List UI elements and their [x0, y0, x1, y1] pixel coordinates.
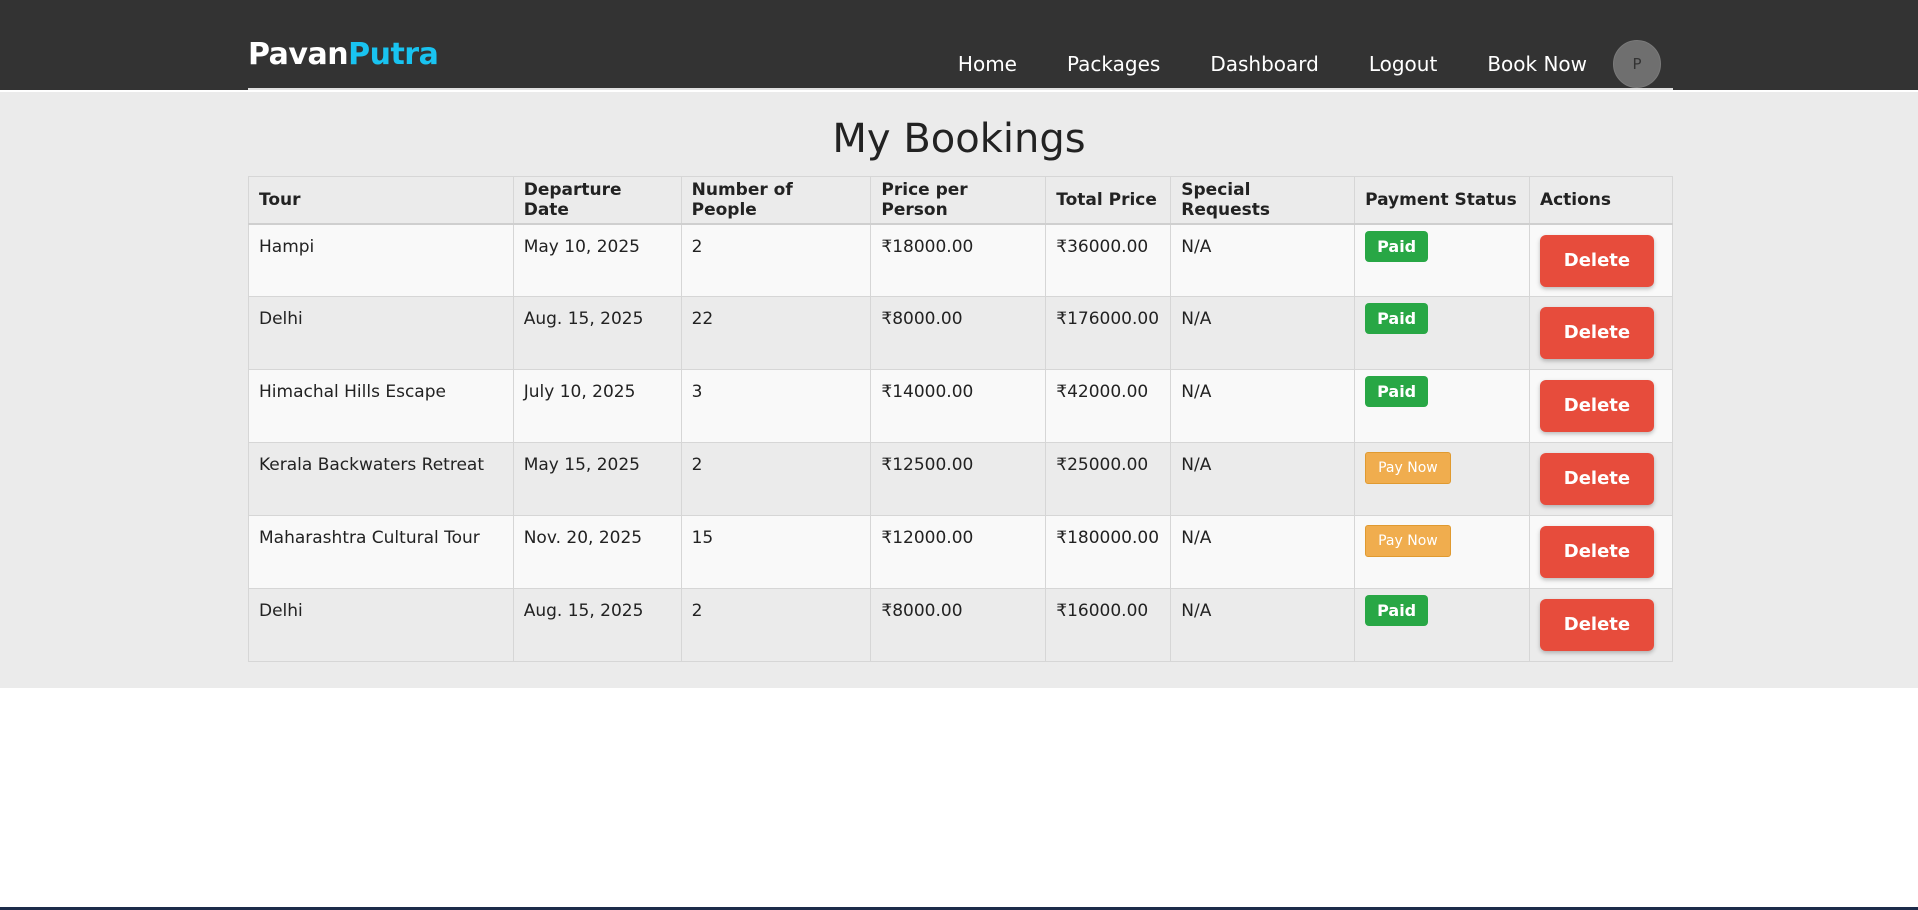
- cell-number-of-people: 3: [680, 369, 872, 443]
- cell-price-per-person: ₹14000.00: [870, 369, 1047, 443]
- cell-tour: Delhi: [248, 296, 514, 370]
- table-row: Delhi Aug. 15, 2025 22 ₹8000.00 ₹176000.…: [248, 296, 1674, 370]
- nav-link-logout[interactable]: Logout: [1369, 52, 1437, 76]
- cell-price-per-person: ₹12000.00: [870, 515, 1047, 589]
- delete-button[interactable]: Delete: [1539, 526, 1654, 578]
- table-row: Kerala Backwaters Retreat May 15, 2025 2…: [248, 442, 1674, 516]
- page-title: My Bookings: [832, 116, 1086, 162]
- cell-payment-status: Paid: [1354, 296, 1530, 370]
- user-avatar[interactable]: P: [1613, 40, 1661, 88]
- cell-tour: Delhi: [248, 588, 514, 662]
- table-row: Hampi May 10, 2025 2 ₹18000.00 ₹36000.00…: [248, 223, 1674, 297]
- column-header-departure-date: Departure Date: [512, 176, 682, 225]
- cell-actions: Delete: [1528, 296, 1674, 370]
- cell-special-requests: N/A: [1170, 369, 1356, 443]
- cell-total-price: ₹176000.00: [1045, 296, 1172, 370]
- nav-links: Home Packages Dashboard Logout Book Now …: [958, 40, 1661, 88]
- brand-logo[interactable]: PavanPutra: [248, 37, 439, 72]
- paid-badge: Paid: [1365, 595, 1429, 626]
- column-header-actions: Actions: [1528, 176, 1674, 225]
- brand-logo-part2: Putra: [348, 37, 439, 72]
- cell-departure-date: July 10, 2025: [512, 369, 682, 443]
- cell-departure-date: May 10, 2025: [512, 223, 682, 297]
- cell-number-of-people: 2: [680, 442, 872, 516]
- cell-payment-status: Paid: [1354, 369, 1530, 443]
- nav-link-packages[interactable]: Packages: [1067, 52, 1160, 76]
- brand-logo-part1: Pavan: [248, 37, 349, 72]
- column-header-payment-status: Payment Status: [1354, 176, 1530, 225]
- cell-number-of-people: 2: [680, 223, 872, 297]
- cell-total-price: ₹42000.00: [1045, 369, 1172, 443]
- cell-payment-status: Paid: [1354, 223, 1530, 297]
- cell-special-requests: N/A: [1170, 223, 1356, 297]
- column-header-price-per-person: Price per Person: [870, 176, 1047, 225]
- bookings-table: Tour Departure Date Number of People Pri…: [248, 176, 1674, 662]
- cell-special-requests: N/A: [1170, 442, 1356, 516]
- navbar: PavanPutra Home Packages Dashboard Logou…: [0, 0, 1918, 90]
- paid-badge: Paid: [1365, 230, 1429, 262]
- column-header-total-price: Total Price: [1045, 176, 1172, 225]
- cell-actions: Delete: [1528, 588, 1674, 662]
- cell-total-price: ₹180000.00: [1045, 515, 1172, 589]
- cell-actions: Delete: [1528, 515, 1674, 589]
- cell-actions: Delete: [1528, 442, 1674, 516]
- cell-number-of-people: 22: [680, 296, 872, 370]
- navbar-inner: PavanPutra Home Packages Dashboard Logou…: [248, 0, 1673, 90]
- pay-now-button[interactable]: Pay Now: [1365, 452, 1451, 484]
- cell-actions: Delete: [1528, 223, 1674, 297]
- nav-link-dashboard[interactable]: Dashboard: [1210, 52, 1319, 76]
- cell-number-of-people: 15: [680, 515, 872, 589]
- cell-payment-status: Paid: [1354, 588, 1530, 662]
- delete-button[interactable]: Delete: [1539, 380, 1654, 432]
- cell-departure-date: Aug. 15, 2025: [512, 296, 682, 370]
- table-row: Himachal Hills Escape July 10, 2025 3 ₹1…: [248, 369, 1674, 443]
- table-row: Maharashtra Cultural Tour Nov. 20, 2025 …: [248, 515, 1674, 589]
- cell-total-price: ₹36000.00: [1045, 223, 1172, 297]
- cell-tour: Kerala Backwaters Retreat: [248, 442, 514, 516]
- table-row: Delhi Aug. 15, 2025 2 ₹8000.00 ₹16000.00…: [248, 588, 1674, 662]
- cell-tour: Maharashtra Cultural Tour: [248, 515, 514, 589]
- pay-now-button[interactable]: Pay Now: [1365, 525, 1451, 557]
- cell-price-per-person: ₹18000.00: [870, 223, 1047, 297]
- column-header-tour: Tour: [248, 176, 514, 225]
- cell-number-of-people: 2: [680, 588, 872, 662]
- cell-departure-date: Aug. 15, 2025: [512, 588, 682, 662]
- cell-payment-status: Pay Now: [1354, 442, 1530, 516]
- delete-button[interactable]: Delete: [1539, 453, 1654, 505]
- cell-price-per-person: ₹12500.00: [870, 442, 1047, 516]
- nav-link-home[interactable]: Home: [958, 52, 1017, 76]
- delete-button[interactable]: Delete: [1539, 307, 1654, 359]
- cell-departure-date: May 15, 2025: [512, 442, 682, 516]
- delete-button[interactable]: Delete: [1539, 599, 1654, 651]
- nav-link-book-now[interactable]: Book Now: [1487, 52, 1587, 76]
- cell-special-requests: N/A: [1170, 588, 1356, 662]
- cell-payment-status: Pay Now: [1354, 515, 1530, 589]
- cell-price-per-person: ₹8000.00: [870, 296, 1047, 370]
- delete-button[interactable]: Delete: [1539, 234, 1654, 287]
- cell-departure-date: Nov. 20, 2025: [512, 515, 682, 589]
- main-content: My Bookings Tour Departure Date Number o…: [0, 92, 1918, 688]
- cell-actions: Delete: [1528, 369, 1674, 443]
- cell-special-requests: N/A: [1170, 296, 1356, 370]
- cell-total-price: ₹25000.00: [1045, 442, 1172, 516]
- column-header-special-requests: Special Requests: [1170, 176, 1356, 225]
- cell-special-requests: N/A: [1170, 515, 1356, 589]
- cell-tour: Himachal Hills Escape: [248, 369, 514, 443]
- paid-badge: Paid: [1365, 303, 1429, 334]
- cell-price-per-person: ₹8000.00: [870, 588, 1047, 662]
- table-header-row: Tour Departure Date Number of People Pri…: [248, 176, 1674, 225]
- paid-badge: Paid: [1365, 376, 1429, 407]
- cell-total-price: ₹16000.00: [1045, 588, 1172, 662]
- column-header-number-of-people: Number of People: [680, 176, 872, 225]
- cell-tour: Hampi: [248, 223, 514, 297]
